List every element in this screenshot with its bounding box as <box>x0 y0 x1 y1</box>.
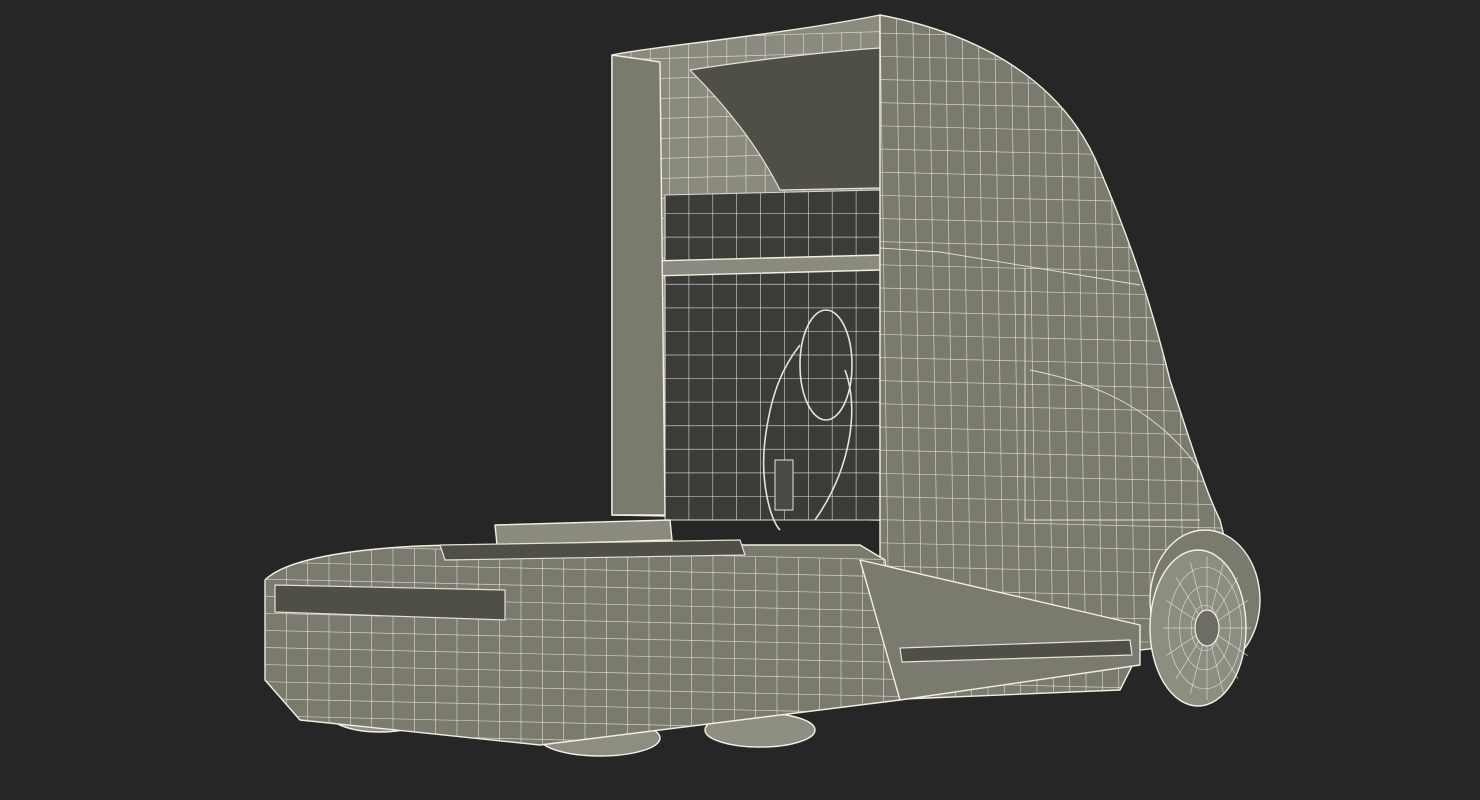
wireframe-truck-render <box>264 14 1261 757</box>
front-wheel <box>1149 529 1261 707</box>
render-viewport <box>0 0 1480 800</box>
cab-back-frame <box>611 14 881 521</box>
